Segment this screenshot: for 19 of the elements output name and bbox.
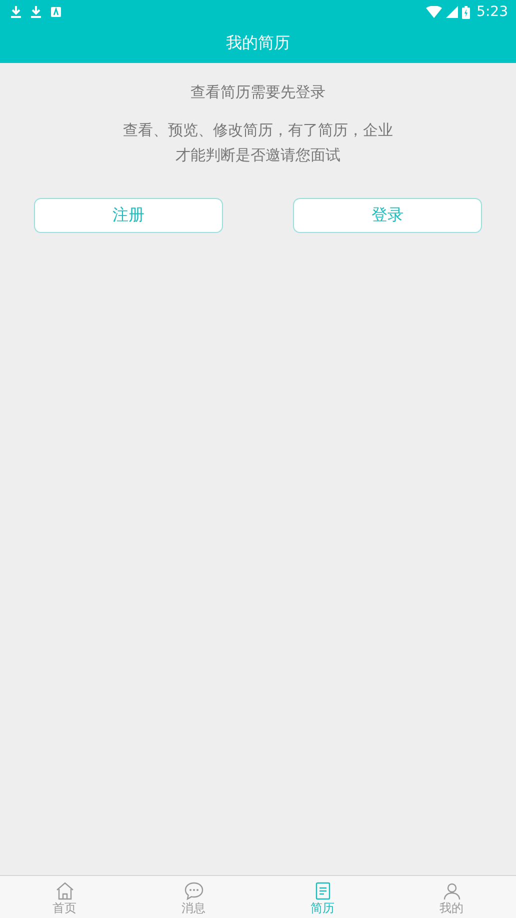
login-button[interactable]: 登录 xyxy=(293,198,482,233)
nav-tab[interactable]: 消息 xyxy=(129,876,258,918)
nav-tab[interactable]: 简历 xyxy=(258,876,387,918)
download-icon xyxy=(11,6,21,18)
page-title: 我的简历 xyxy=(226,33,290,54)
chat-icon xyxy=(184,881,204,901)
signal-icon xyxy=(446,6,458,18)
clock: 5:23 xyxy=(476,4,508,20)
person-icon xyxy=(442,881,462,901)
home-icon xyxy=(54,881,74,901)
notice-title: 查看简历需要先登录 xyxy=(190,83,326,102)
register-button[interactable]: 注册 xyxy=(34,198,223,233)
notification-icon xyxy=(51,7,61,17)
wifi-icon xyxy=(426,6,442,18)
notice-message: 查看、预览、修改简历，有了简历，企业才能判断是否邀请您面试 xyxy=(123,120,393,166)
battery-icon xyxy=(462,6,470,18)
nav-tab[interactable]: 我的 xyxy=(387,876,516,918)
download-icon xyxy=(31,6,41,18)
nav-tab[interactable]: 首页 xyxy=(0,876,129,918)
